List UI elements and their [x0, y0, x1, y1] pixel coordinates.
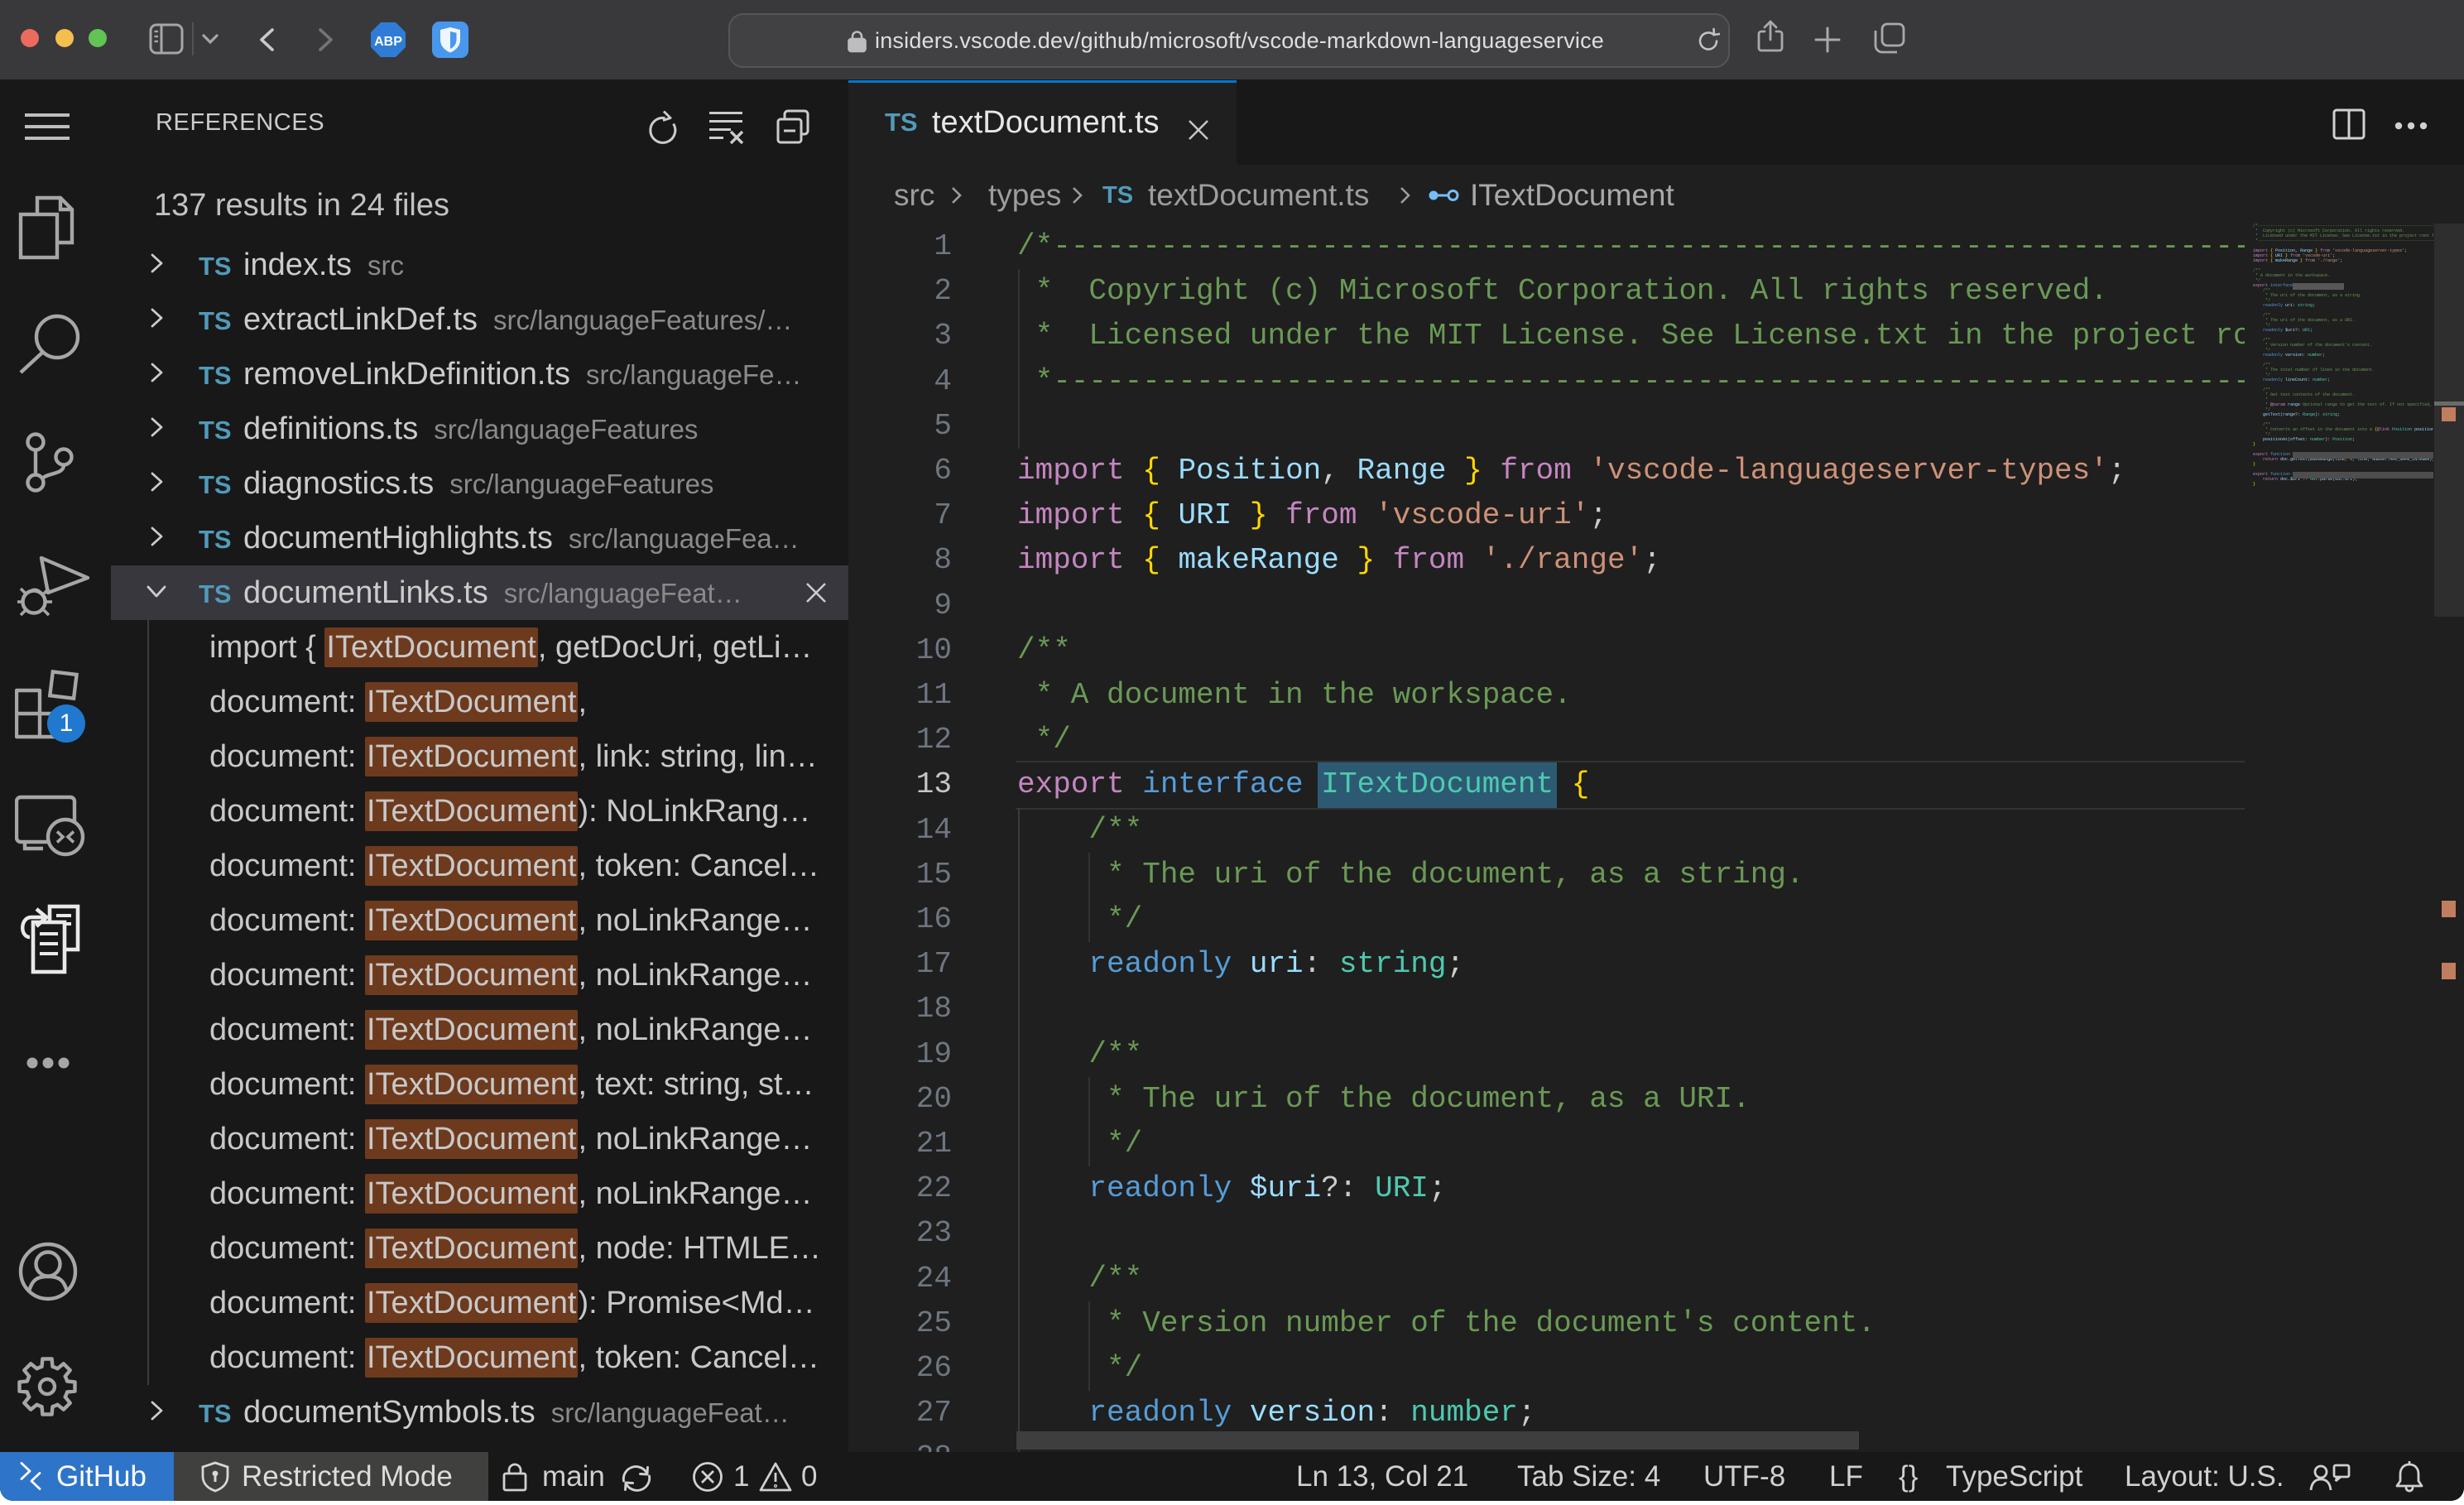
svg-text:ABP: ABP — [374, 35, 402, 49]
